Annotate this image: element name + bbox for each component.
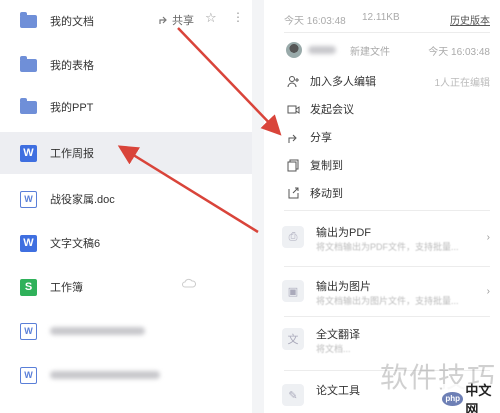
menu-item-label: 复制到 <box>310 160 343 172</box>
export-desc: 将文档输出为PDF文件，支持批量... <box>316 242 459 252</box>
file-row[interactable]: 我的表格 <box>0 44 252 86</box>
menu-item-add-editors[interactable]: 加入多人编辑 1人正在编辑 <box>286 73 490 89</box>
menu-item-copy-to[interactable]: 复制到 <box>286 157 490 173</box>
export-desc: 将文档... <box>316 344 351 354</box>
collab-action: 新建文件 <box>350 46 390 58</box>
blurred-file-name <box>50 371 160 379</box>
folder-icon <box>20 11 37 30</box>
logo-badge: php <box>442 391 464 406</box>
history-link[interactable]: 历史版本 <box>450 12 490 27</box>
export-title: 全文翻译 <box>316 329 360 341</box>
file-row[interactable]: 我的文档 共享 ☆ ⋮ <box>0 0 252 42</box>
word-doc-icon: W <box>20 366 37 384</box>
file-name: 工作簿 <box>50 282 83 294</box>
divider <box>284 32 490 33</box>
menu-item-label: 分享 <box>310 132 332 144</box>
export-title: 输出为PDF <box>316 227 371 239</box>
logo-text: 中文网 <box>465 382 492 413</box>
star-icon[interactable]: ☆ <box>205 10 217 26</box>
file-name: 战役家属.doc <box>50 194 115 206</box>
file-name: 工作周报 <box>50 148 94 160</box>
file-name: 我的PPT <box>50 102 94 114</box>
site-logo: php 中文网 <box>442 383 500 413</box>
pdf-icon: ⎙ <box>282 226 304 248</box>
share-icon <box>159 16 167 24</box>
cloud-icon <box>182 278 196 288</box>
menu-item-move-to[interactable]: 移动到 <box>286 185 490 201</box>
menu-item-label: 发起会议 <box>310 104 354 116</box>
modified-time: 今天 16:03:48 <box>284 16 346 27</box>
copy-icon <box>286 158 300 172</box>
word-doc-icon: W <box>20 234 37 252</box>
move-icon <box>286 186 300 200</box>
file-row-selected[interactable]: W 工作周报 <box>0 132 252 174</box>
file-name: 我的表格 <box>50 60 94 72</box>
image-icon: ▣ <box>282 280 304 302</box>
export-image[interactable]: ▣ 输出为图片 将文档输出为图片文件，支持批量... › <box>282 272 490 322</box>
menu-item-share[interactable]: 分享 <box>286 129 490 145</box>
chevron-right-icon: › <box>486 286 490 297</box>
panel-divider <box>252 0 264 413</box>
file-name: 文字文稿6 <box>50 238 101 250</box>
export-title: 输出为图片 <box>316 281 371 293</box>
paper-icon: ✎ <box>282 384 304 406</box>
folder-icon <box>20 55 37 74</box>
folder-icon <box>20 97 37 116</box>
blurred-file-name <box>50 327 145 335</box>
video-icon <box>286 102 300 116</box>
divider <box>284 210 490 211</box>
sheet-doc-icon: S <box>20 278 37 296</box>
file-meta: 今天 16:03:48 12.11KB 历史版本 <box>284 12 490 27</box>
share-icon <box>286 130 300 144</box>
collaborator-row: 新建文件 今天 16:03:48 <box>286 42 490 58</box>
file-row[interactable]: W <box>0 354 252 396</box>
share-label: 共享 <box>172 15 194 27</box>
blurred-user-name <box>308 46 336 54</box>
divider <box>284 316 490 317</box>
file-row[interactable]: W <box>0 310 252 352</box>
file-row[interactable]: W 战役家属.doc <box>0 178 252 220</box>
divider <box>284 266 490 267</box>
collab-time: 今天 16:03:48 <box>428 46 490 58</box>
menu-item-label: 移动到 <box>310 188 343 200</box>
file-name: 我的文档 <box>50 16 94 28</box>
chevron-right-icon: › <box>486 232 490 243</box>
word-doc-icon: W <box>20 190 37 208</box>
word-doc-icon: W <box>20 144 37 162</box>
avatar <box>286 42 302 58</box>
file-row[interactable]: W 文字文稿6 <box>0 222 252 264</box>
detail-panel: 今天 16:03:48 12.11KB 历史版本 新建文件 今天 16:03:4… <box>264 0 500 413</box>
file-size: 12.11KB <box>362 12 400 23</box>
menu-item-meeting[interactable]: 发起会议 <box>286 101 490 117</box>
file-list-panel: 我的文档 共享 ☆ ⋮ 我的表格 我的PPT W 工作周报 W 战役家属.doc… <box>0 0 252 413</box>
editing-hint: 1人正在编辑 <box>434 77 490 89</box>
file-row[interactable]: S 工作簿 <box>0 266 252 308</box>
export-title: 论文工具 <box>316 385 360 397</box>
share-button[interactable]: 共享 <box>158 12 194 28</box>
export-desc: 将文档输出为图片文件，支持批量... <box>316 296 459 306</box>
word-doc-icon: W <box>20 322 37 340</box>
file-row[interactable]: 我的PPT <box>0 86 252 128</box>
add-user-icon <box>286 74 300 88</box>
translate-icon: 文 <box>282 328 304 350</box>
export-pdf[interactable]: ⎙ 输出为PDF 将文档输出为PDF文件，支持批量... › <box>282 218 490 268</box>
menu-item-label: 加入多人编辑 <box>310 76 376 88</box>
more-icon[interactable]: ⋮ <box>232 10 244 24</box>
